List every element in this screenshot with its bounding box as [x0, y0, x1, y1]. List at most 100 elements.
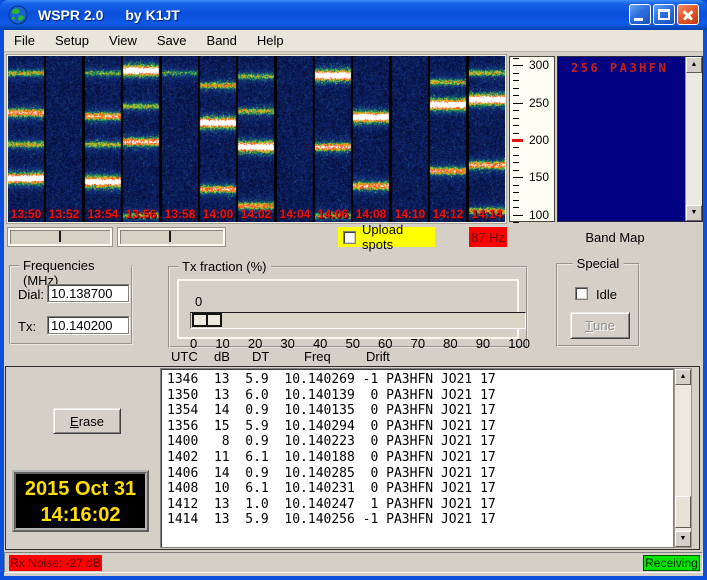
band-map-panel[interactable]: 256 PA3HFN ▲ ▼	[557, 56, 703, 222]
menu-item-save[interactable]: Save	[147, 31, 197, 50]
menu-item-view[interactable]: View	[99, 31, 147, 50]
spots-header-row: UTC dB DT Freq Drift	[4, 349, 703, 365]
scale-tick	[513, 169, 519, 171]
title-bar[interactable]: WSPR 2.0 by K1JT	[0, 0, 707, 30]
idle-label: Idle	[596, 287, 617, 302]
upload-spots-option: Upload spots	[338, 222, 435, 252]
scale-label: 100	[529, 207, 550, 222]
upload-spots-checkbox[interactable]	[343, 230, 356, 244]
scale-tick	[513, 58, 519, 59]
erase-button[interactable]: Erase	[53, 408, 121, 434]
spot-row: 1408 10 6.1 10.140231 0 PA3HFN JO21 17	[167, 481, 496, 497]
waterfall-display[interactable]	[8, 56, 505, 222]
minimize-icon	[634, 18, 643, 21]
upload-spots-label: Upload spots	[362, 222, 404, 252]
rx-noise-badge: Rx Noise: -27 dB	[9, 555, 102, 571]
spots-header-db: dB	[214, 349, 230, 364]
rx-progress-meter	[7, 227, 113, 247]
scale-tick	[513, 132, 519, 134]
scale-tick	[513, 177, 523, 179]
spots-list[interactable]: 1346 13 5.9 10.140269 -1 PA3HFN JO21 17 1…	[160, 368, 674, 548]
maximize-icon	[658, 9, 670, 20]
clock-date: 2015 Oct 31	[24, 478, 137, 500]
tx-fraction-panel: 0 0 10 20 30 40 50 60 70 80 90 100	[177, 279, 530, 351]
spot-row: 1412 13 1.0 10.140247 1 PA3HFN JO21 17	[167, 496, 496, 512]
window-byline: by K1JT	[125, 7, 180, 23]
scroll-up-button[interactable]: ▲	[686, 57, 702, 73]
scale-label: 150	[529, 170, 550, 185]
tx-fraction-group-title: Tx fraction (%)	[178, 259, 271, 274]
tune-button[interactable]: Tune	[570, 312, 630, 339]
maximize-button[interactable]	[653, 4, 675, 25]
scale-tick	[513, 147, 519, 149]
special-group: Special Idle Tune	[556, 256, 640, 347]
scale-tick	[513, 95, 519, 97]
spot-row: 1400 8 0.9 10.140223 0 PA3HFN JO21 17	[167, 434, 496, 450]
scale-tick	[513, 214, 523, 216]
clock-display: 2015 Oct 31 14:16:02	[12, 470, 149, 532]
scale-tick	[513, 110, 519, 112]
status-bar: Rx Noise: -27 dB Receiving	[4, 552, 703, 573]
menu-bar: File Setup View Save Band Help	[4, 30, 703, 52]
tx-progress-meter	[117, 227, 226, 247]
dial-label: Dial:	[18, 287, 45, 302]
app-globe-icon	[8, 5, 28, 25]
spots-scroll-thumb[interactable]	[675, 496, 691, 528]
scale-tick	[513, 72, 519, 74]
spot-row: 1406 14 0.9 10.140285 0 PA3HFN JO21 17	[167, 465, 496, 481]
window-title: WSPR 2.0	[38, 7, 104, 23]
scale-label: 200	[529, 133, 550, 147]
spot-row: 1350 13 6.0 10.140139 0 PA3HFN JO21 17	[167, 387, 496, 403]
rx-progress-marker	[59, 231, 61, 242]
scale-label: 250	[529, 95, 550, 110]
spot-row: 1346 13 5.9 10.140269 -1 PA3HFN JO21 17	[167, 372, 496, 387]
tx-fraction-value: 0	[195, 294, 203, 309]
scale-tick	[513, 154, 519, 156]
tx-frequency-field[interactable]	[47, 316, 129, 334]
receiving-badge: Receiving	[643, 555, 700, 571]
menu-item-file[interactable]: File	[4, 31, 45, 50]
idle-checkbox[interactable]	[575, 287, 588, 300]
spots-header-dt: DT	[252, 349, 270, 364]
spots-scroll-up-button[interactable]: ▲	[675, 369, 691, 385]
frequencies-group: Frequencies (MHz) Dial: Tx:	[9, 258, 133, 345]
spots-text: 1346 13 5.9 10.140269 -1 PA3HFN JO21 17 1…	[161, 369, 673, 528]
scale-tick	[513, 102, 523, 104]
client-area: 13:50 13:52 13:54 13:56 13:58 14:00 14:02 14:04…	[4, 52, 703, 576]
special-group-title: Special	[572, 256, 624, 271]
scale-tick	[513, 87, 519, 89]
spot-row: 1354 14 0.9 10.140135 0 PA3HFN JO21 17	[167, 403, 496, 419]
menu-item-help[interactable]: Help	[247, 31, 294, 50]
menu-item-band[interactable]: Band	[197, 31, 247, 50]
scale-tick	[513, 199, 519, 201]
spots-header-utc: UTC	[171, 349, 198, 364]
spots-scrollbar[interactable]: ▲ ▼	[674, 368, 692, 548]
band-map-scrollbar[interactable]: ▲ ▼	[685, 57, 702, 221]
scale-tick	[513, 222, 519, 223]
tx-progress-marker	[169, 231, 172, 242]
slider-handle[interactable]	[192, 313, 222, 327]
menu-item-setup[interactable]: Setup	[45, 31, 99, 50]
minimize-button[interactable]	[629, 4, 651, 25]
scale-label: 300	[529, 58, 550, 73]
spots-scroll-down-button[interactable]: ▼	[675, 531, 691, 547]
scale-tick	[513, 162, 519, 164]
tx-label: Tx:	[18, 319, 37, 334]
spots-header-drift: Drift	[366, 349, 390, 364]
frequency-offset-badge: 87 Hz	[469, 227, 507, 247]
spots-header-freq: Freq	[304, 349, 331, 364]
tx-fraction-slider[interactable]	[190, 312, 526, 329]
scale-tick	[513, 117, 519, 119]
spot-row: 1414 13 5.9 10.140256 -1 PA3HFN JO21 17	[167, 512, 496, 528]
rx-frequency-marker	[512, 139, 523, 142]
scroll-down-button[interactable]: ▼	[686, 205, 702, 221]
scale-tick	[513, 80, 519, 82]
waterfall-frame: 13:50 13:52 13:54 13:56 13:58 14:00 14:02 14:04…	[6, 54, 507, 224]
band-map-label: Band Map	[585, 230, 645, 245]
band-map-entry[interactable]: 256 PA3HFN	[571, 61, 668, 75]
frequency-scale: 100 150 200 250 300	[509, 56, 555, 223]
scale-tick	[513, 192, 519, 194]
dial-frequency-field[interactable]	[47, 284, 129, 302]
close-button[interactable]	[677, 4, 699, 25]
clock-time: 14:16:02	[40, 504, 121, 526]
